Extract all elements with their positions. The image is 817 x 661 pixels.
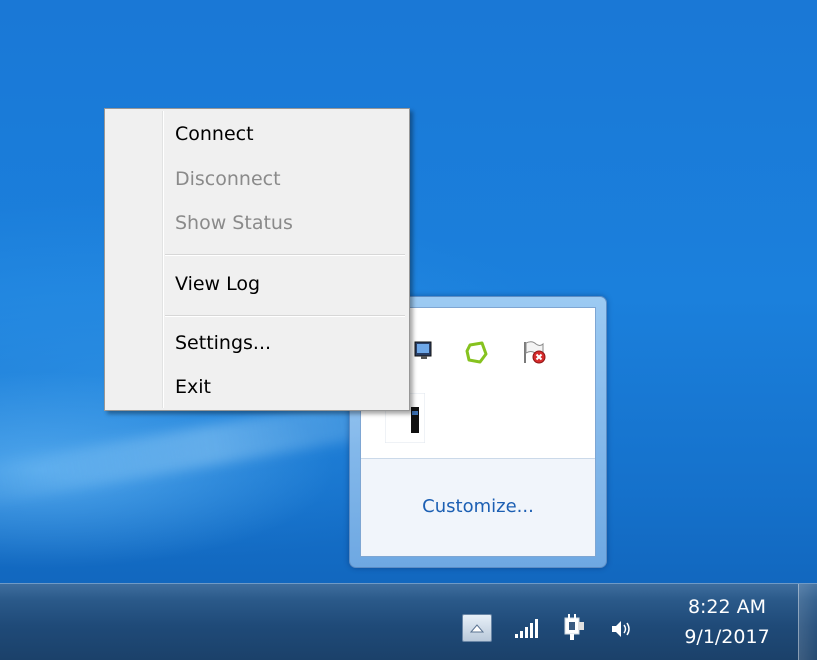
action-center-flag-error-icon[interactable] (521, 339, 547, 365)
menu-item-disconnect: Disconnect (175, 168, 281, 190)
customize-link[interactable]: Customize... (361, 496, 595, 517)
clock-time[interactable]: 8:22 AM (672, 596, 782, 618)
taskbar: 8:22 AM 9/1/2017 (0, 583, 817, 661)
menu-separator (165, 315, 405, 317)
network-monitor-icon[interactable] (413, 338, 439, 364)
volume-icon[interactable] (609, 616, 635, 642)
show-desktop-button[interactable] (798, 584, 817, 661)
show-hidden-icons-icon (469, 624, 485, 633)
menu-item-exit[interactable]: Exit (165, 367, 405, 407)
menu-gutter (162, 111, 164, 408)
menu-item-show-status: Show Status (175, 212, 293, 234)
clock-date[interactable]: 9/1/2017 (672, 626, 782, 648)
wireless-signal-icon[interactable] (513, 616, 539, 642)
menu-item-settings[interactable]: Settings... (165, 323, 405, 363)
power-plug-icon[interactable] (561, 614, 587, 640)
menu-separator (165, 254, 405, 256)
tray-context-menu: Connect Disconnect Show Status View Log … (104, 108, 410, 411)
menu-item-connect[interactable]: Connect (165, 114, 405, 154)
green-ring-app-icon[interactable] (464, 340, 490, 366)
menu-item-view-log[interactable]: View Log (165, 264, 405, 304)
show-hidden-icons-button[interactable] (462, 614, 492, 642)
